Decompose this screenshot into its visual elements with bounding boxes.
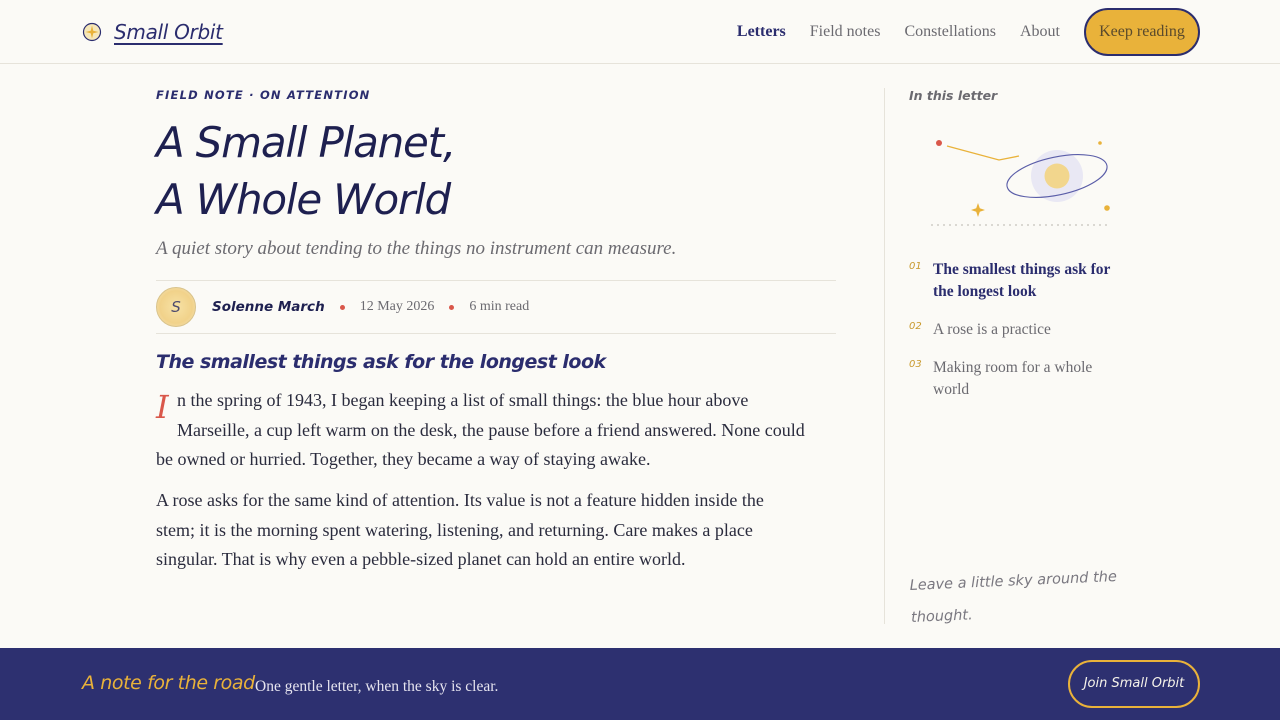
- footer-text: One gentle letter, when the sky is clear…: [255, 678, 499, 695]
- paragraph-1: In the spring of 1943, I began keeping a…: [156, 386, 806, 475]
- toc-item-1[interactable]: 01 The smallest things ask for the longe…: [909, 259, 1119, 303]
- article-title: A Small Planet, A Whole World: [156, 114, 716, 228]
- sidebar-heading: In this letter: [909, 88, 998, 103]
- nav-link-letters[interactable]: Letters: [737, 8, 786, 56]
- orbit-star-icon: [82, 22, 102, 42]
- nav-link-constellations[interactable]: Constellations: [904, 8, 996, 56]
- brand-link[interactable]: Small Orbit: [82, 20, 223, 44]
- toc-label: A rose is a practice: [933, 321, 1051, 338]
- drop-cap: I: [156, 388, 169, 426]
- toc-number: 01: [909, 261, 922, 272]
- brand-name: Small Orbit: [114, 20, 223, 44]
- article-dek: A quiet story about tending to the thing…: [156, 238, 677, 259]
- toc-item-3[interactable]: 03 Making room for a whole world: [909, 357, 1119, 401]
- toc-number: 03: [909, 359, 922, 370]
- section-heading: The smallest things ask for the longest …: [156, 351, 606, 373]
- site-footer: A note for the road One gentle letter, w…: [0, 648, 1280, 720]
- paragraph-2: A rose asks for the same kind of attenti…: [156, 490, 764, 569]
- toc-number: 02: [909, 321, 922, 332]
- article-kicker: FIELD NOTE · ON ATTENTION: [156, 88, 371, 102]
- publish-date: 12 May 2026: [359, 299, 435, 314]
- sidebar-note: Leave a little sky around the thought.: [909, 568, 1118, 626]
- join-button[interactable]: Join Small Orbit: [1068, 660, 1200, 708]
- sidebar-divider: [884, 88, 885, 624]
- footer-title: A note for the road: [82, 672, 255, 694]
- toc-label: Making room for a whole world: [933, 359, 1093, 398]
- main-nav: Letters Field notes Constellations About…: [737, 8, 1200, 56]
- separator-dot: [339, 304, 345, 310]
- table-of-contents: 01 The smallest things ask for the longe…: [909, 259, 1119, 417]
- article-title-line-2: A Whole World: [156, 175, 451, 224]
- byline: S Solenne March 12 May 2026 6 min read: [156, 280, 836, 334]
- toc-label: The smallest things ask for the longest …: [933, 261, 1111, 300]
- nav-link-field-notes[interactable]: Field notes: [810, 8, 881, 56]
- read-time: 6 min read: [469, 299, 530, 314]
- separator-dot: [449, 304, 455, 310]
- orbit-illustration-icon: [931, 140, 1110, 226]
- author-avatar: S: [156, 287, 196, 327]
- article-title-line-1: A Small Planet,: [156, 118, 456, 167]
- nav-link-about[interactable]: About: [1020, 8, 1060, 56]
- site-header: Small Orbit Letters Field notes Constell…: [0, 0, 1280, 64]
- keep-reading-button[interactable]: Keep reading: [1084, 8, 1200, 56]
- toc-item-2[interactable]: 02 A rose is a practice: [909, 319, 1119, 341]
- author-name[interactable]: Solenne March: [212, 299, 325, 315]
- paragraph-1-text: n the spring of 1943, I began keeping a …: [156, 390, 805, 469]
